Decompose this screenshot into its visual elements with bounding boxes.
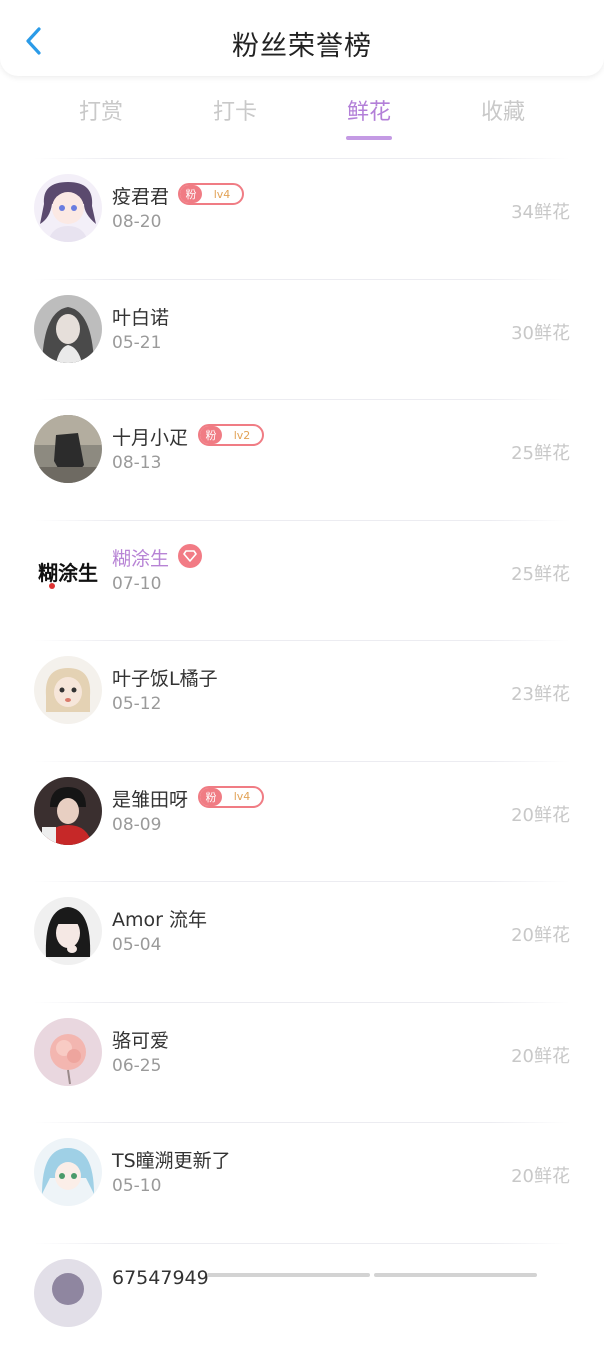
badge-level: lv4 bbox=[202, 188, 242, 201]
fan-name: TS瞳溯更新了 bbox=[112, 1146, 231, 1173]
avatar[interactable] bbox=[34, 174, 102, 242]
list-item[interactable]: 糊涂生 糊涂生 07-10 25鲜花 bbox=[0, 520, 604, 641]
tab-label: 打赏 bbox=[56, 94, 146, 126]
fan-name: Amor 流年 bbox=[112, 905, 207, 932]
divider bbox=[34, 640, 570, 641]
flower-count: 34鲜花 bbox=[511, 198, 570, 224]
tab-collect[interactable]: 收藏 bbox=[458, 94, 548, 126]
fan-list: 疫君君 粉 lv4 08-20 34鲜花 叶白诺 05-21 30鲜花 bbox=[0, 158, 604, 1363]
flower-count: 25鲜花 bbox=[511, 560, 570, 586]
tab-reward[interactable]: 打赏 bbox=[56, 94, 146, 126]
fan-date: 05-12 bbox=[112, 694, 161, 714]
fan-date: 08-13 bbox=[112, 453, 161, 473]
diamond-heart-icon bbox=[178, 544, 202, 568]
badge-fen-label: 粉 bbox=[200, 426, 222, 444]
list-item[interactable]: 是雏田呀 粉 lv4 08-09 20鲜花 bbox=[0, 761, 604, 882]
avatar[interactable] bbox=[34, 1259, 102, 1327]
list-item[interactable]: 叶子饭L橘子 05-12 23鲜花 bbox=[0, 640, 604, 761]
scroll-segment bbox=[207, 1273, 370, 1277]
avatar[interactable] bbox=[34, 1138, 102, 1206]
divider bbox=[34, 1002, 570, 1003]
fan-name: 十月小疋 bbox=[112, 423, 188, 450]
fan-name: 疫君君 bbox=[112, 182, 169, 209]
avatar[interactable] bbox=[34, 415, 102, 483]
scroll-segment bbox=[374, 1273, 537, 1277]
tab-label: 收藏 bbox=[458, 94, 548, 126]
flower-count: 30鲜花 bbox=[511, 319, 570, 345]
tab-label: 鲜花 bbox=[324, 94, 414, 126]
flower-count: 20鲜花 bbox=[511, 801, 570, 827]
badge-fen-label: 粉 bbox=[180, 185, 202, 203]
list-item[interactable]: 骆可爱 06-25 20鲜花 bbox=[0, 1002, 604, 1123]
top-bar: 粉丝荣誉榜 bbox=[0, 0, 604, 76]
badge-level: lv4 bbox=[222, 790, 262, 803]
divider bbox=[34, 761, 570, 762]
fan-date: 05-04 bbox=[112, 935, 161, 955]
fan-level-badge: 粉 lv2 bbox=[198, 424, 264, 446]
tab-bar: 打赏 打卡 鲜花 收藏 bbox=[0, 86, 604, 142]
avatar[interactable] bbox=[34, 897, 102, 965]
fan-date: 07-10 bbox=[112, 574, 161, 594]
fan-date: 05-21 bbox=[112, 333, 161, 353]
fan-name: 是雏田呀 bbox=[112, 785, 188, 812]
fan-level-badge: 粉 lv4 bbox=[178, 183, 244, 205]
fan-name: 糊涂生 bbox=[112, 544, 169, 571]
divider bbox=[34, 1122, 570, 1123]
badge-fen-label: 粉 bbox=[200, 788, 222, 806]
flower-count: 20鲜花 bbox=[511, 1042, 570, 1068]
avatar[interactable] bbox=[34, 1018, 102, 1086]
list-item[interactable]: 疫君君 粉 lv4 08-20 34鲜花 bbox=[0, 158, 604, 279]
tab-active-underline bbox=[346, 136, 392, 140]
fan-name: 叶子饭L橘子 bbox=[112, 664, 218, 691]
tab-label: 打卡 bbox=[190, 94, 280, 126]
avatar[interactable]: 糊涂生 bbox=[34, 536, 102, 604]
scroll-indicator bbox=[207, 1273, 537, 1277]
fan-name: 叶白诺 bbox=[112, 303, 169, 330]
flower-count: 25鲜花 bbox=[511, 439, 570, 465]
divider bbox=[34, 399, 570, 400]
divider bbox=[34, 158, 570, 159]
divider bbox=[34, 1243, 570, 1244]
flower-count: 20鲜花 bbox=[511, 921, 570, 947]
divider bbox=[34, 520, 570, 521]
list-item[interactable]: 十月小疋 粉 lv2 08-13 25鲜花 bbox=[0, 399, 604, 520]
tab-flowers[interactable]: 鲜花 bbox=[324, 94, 414, 140]
divider bbox=[34, 881, 570, 882]
fan-name: 骆可爱 bbox=[112, 1026, 169, 1053]
avatar[interactable] bbox=[34, 777, 102, 845]
list-item[interactable]: 67547949 bbox=[0, 1243, 604, 1363]
list-item[interactable]: Amor 流年 05-04 20鲜花 bbox=[0, 881, 604, 1002]
list-item[interactable]: TS瞳溯更新了 05-10 20鲜花 bbox=[0, 1122, 604, 1243]
avatar[interactable] bbox=[34, 656, 102, 724]
divider bbox=[34, 279, 570, 280]
page-title: 粉丝荣誉榜 bbox=[0, 24, 604, 63]
svg-text:糊涂生: 糊涂生 bbox=[38, 561, 98, 585]
fan-date: 08-09 bbox=[112, 815, 161, 835]
fan-level-badge: 粉 lv4 bbox=[198, 786, 264, 808]
badge-level: lv2 bbox=[222, 429, 262, 442]
flower-count: 23鲜花 bbox=[511, 680, 570, 706]
fan-date: 08-20 bbox=[112, 212, 161, 232]
fan-name: 67547949 bbox=[112, 1267, 209, 1289]
tab-checkin[interactable]: 打卡 bbox=[190, 94, 280, 126]
fan-date: 06-25 bbox=[112, 1056, 161, 1076]
fan-date: 05-10 bbox=[112, 1176, 161, 1196]
list-item[interactable]: 叶白诺 05-21 30鲜花 bbox=[0, 279, 604, 400]
avatar[interactable] bbox=[34, 295, 102, 363]
flower-count: 20鲜花 bbox=[511, 1162, 570, 1188]
